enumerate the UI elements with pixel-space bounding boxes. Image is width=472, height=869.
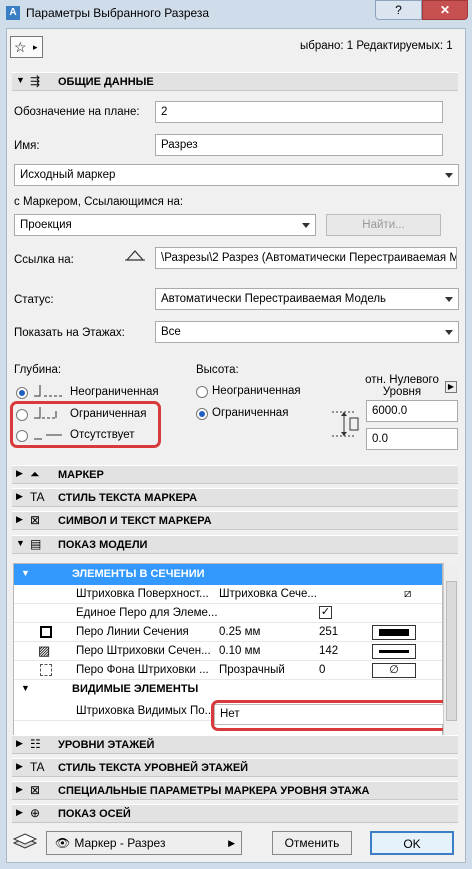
tree-scrollbar[interactable] — [443, 563, 458, 739]
height-limited-radio[interactable] — [196, 408, 208, 420]
expand-right-icon: ▶ — [16, 761, 23, 771]
symbol-text-icon: ⊠ — [30, 513, 41, 527]
highlight-box — [211, 700, 457, 731]
expand-down-icon: ▼ — [16, 75, 25, 85]
caret-right-icon: ▶ — [447, 382, 455, 391]
section-marker-symbol-text[interactable]: ▶ ⊠ СИМВОЛ И ТЕКСТ МАРКЕРА — [12, 511, 458, 530]
highlight-box — [10, 401, 161, 448]
general-settings-icon: ⇶ — [30, 74, 41, 88]
marker-section-icon: ⏶ — [30, 467, 40, 481]
height-reference-label: отн. Нулевого Уровня — [365, 374, 439, 398]
status-select[interactable]: Автоматически Перестраиваемая Модель — [155, 288, 459, 310]
name-label: Имя: — [14, 140, 40, 152]
cancel-button[interactable]: Отменить — [272, 831, 352, 855]
height-top-input[interactable]: 6000.0 — [366, 400, 458, 422]
show-on-stories-select[interactable]: Все — [155, 321, 459, 343]
tree-row-uniform-pen[interactable]: Единое Перо для Элеме... ✓ — [14, 604, 442, 623]
ok-button[interactable]: OK — [370, 831, 454, 855]
hatch-icon: ▨ — [38, 643, 51, 658]
ref-marker-select[interactable]: Проекция — [14, 214, 316, 236]
link-label: Ссылка на: — [14, 254, 74, 266]
expand-down-icon: ▼ — [16, 538, 25, 548]
fill-pattern-icon: ⧄ — [404, 588, 412, 600]
plan-id-label: Обозначение на плане: — [14, 106, 140, 118]
section-general[interactable]: ▼ ⇶ ОБЩИЕ ДАННЫЕ — [12, 72, 458, 91]
dropdown-arrow-icon — [445, 173, 453, 178]
grid-axis-icon: ⊕ — [30, 806, 41, 820]
tree-row-cut-fill[interactable]: Штриховка Поверхност... Штриховка Сече..… — [14, 585, 442, 604]
section-story-levels[interactable]: ▶ ☷ УРОВНИ ЭТАЖЕЙ — [12, 735, 458, 754]
selection-count: ыбрано: 1 Редактируемых: 1 — [300, 40, 453, 52]
section-marker-text-style[interactable]: ▶ TA СТИЛЬ ТЕКСТА МАРКЕРА — [12, 488, 458, 507]
caret-right-icon: ▸ — [33, 42, 38, 52]
tree-row-cut-fill-pen[interactable]: ▨ Перо Штриховки Сечен... 0.10 мм 142 — [14, 642, 442, 661]
layers-icon — [12, 833, 38, 849]
status-label: Статус: — [14, 294, 54, 306]
scrollbar-thumb[interactable] — [446, 581, 457, 721]
depth-unlimited-icon — [34, 385, 64, 397]
section-story-level-marker-params[interactable]: ▶ ⊠ СПЕЦИАЛЬНЫЕ ПАРАМЕТРЫ МАРКЕРА УРОВНЯ… — [12, 781, 458, 800]
height-unlimited-radio[interactable] — [196, 386, 208, 398]
model-display-icon: ▤ — [30, 537, 42, 551]
star-icon: ☆ — [14, 39, 27, 55]
expand-right-icon: ▶ — [16, 738, 23, 748]
plan-id-input[interactable]: 2 — [155, 101, 443, 123]
section-marker[interactable]: ▶ ⏶ МАРКЕР — [12, 465, 458, 484]
empty-pen-swatch[interactable]: ∅ — [372, 663, 416, 678]
height-bottom-input[interactable]: 0.0 — [366, 428, 458, 450]
caret-right-icon: ▶ — [228, 838, 235, 848]
dropdown-arrow-icon — [302, 223, 310, 228]
eye-icon: 👁 — [55, 836, 71, 850]
expand-down-icon: ▼ — [21, 568, 30, 578]
depth-unlimited-radio[interactable] — [16, 387, 28, 399]
cut-elements-header[interactable]: ▼ ЭЛЕМЕНТЫ В СЕЧЕНИИ — [14, 564, 442, 585]
expand-right-icon: ▶ — [16, 468, 23, 478]
name-input[interactable]: Разрез — [155, 134, 443, 156]
text-style-icon: TA — [30, 490, 45, 504]
expand-right-icon: ▶ — [16, 807, 23, 817]
marker-type-select[interactable]: Исходный маркер — [14, 164, 459, 186]
expand-down-icon: ▼ — [21, 683, 30, 693]
link-path-field[interactable]: \Разрезы\2 Разрез (Автоматически Перестр… — [155, 247, 457, 269]
height-limited-label: Ограниченная — [212, 407, 289, 419]
expand-right-icon: ▶ — [16, 514, 23, 524]
title-bar: A Параметры Выбранного Разреза ? ✕ — [0, 0, 472, 28]
tree-row-cut-line-pen[interactable]: Перо Линии Сечения 0.25 мм 251 — [14, 623, 442, 642]
dropdown-arrow-icon — [445, 297, 453, 302]
depth-label: Глубина: — [14, 364, 62, 376]
expand-right-icon: ▶ — [16, 491, 23, 501]
uniform-pen-checkbox[interactable]: ✓ — [319, 606, 332, 619]
pen-swatch[interactable] — [372, 644, 416, 659]
favorites-button[interactable]: ☆ ▸ — [10, 36, 43, 58]
fill-background-icon — [40, 664, 52, 676]
pen-swatch[interactable] — [372, 625, 416, 640]
show-on-stories-label: Показать на Этажах: — [14, 327, 125, 339]
layer-select[interactable]: 👁 Маркер - Разрез ▶ — [46, 831, 242, 855]
visible-elements-header[interactable]: ▼ ВИДИМЫЕ ЭЛЕМЕНТЫ — [14, 680, 442, 699]
symbol-text-icon: ⊠ — [30, 783, 41, 797]
cut-line-icon — [40, 626, 52, 638]
height-range-icon — [332, 411, 359, 437]
find-button[interactable]: Найти... — [326, 214, 441, 236]
expand-right-icon: ▶ — [16, 784, 23, 794]
section-grid-display[interactable]: ▶ ⊕ ПОКАЗ ОСЕЙ — [12, 804, 458, 823]
height-unlimited-label: Неограниченная — [212, 385, 301, 397]
tree-row-fill-background-pen[interactable]: Перо Фона Штриховки ... Прозрачный 0 ∅ — [14, 661, 442, 680]
close-button[interactable]: ✕ — [422, 0, 468, 20]
section-story-levels-text-style[interactable]: ▶ TA СТИЛЬ ТЕКСТА УРОВНЕЙ ЭТАЖЕЙ — [12, 758, 458, 777]
height-label: Высота: — [196, 364, 239, 376]
archicad-app-icon: A — [6, 6, 20, 20]
ref-marker-label: с Маркером, Ссылающимся на: — [14, 196, 184, 208]
help-button[interactable]: ? — [375, 0, 422, 20]
window-title: Параметры Выбранного Разреза — [26, 6, 210, 20]
depth-unlimited-label: Неограниченная — [70, 386, 159, 398]
text-style-icon: TA — [30, 760, 45, 774]
reference-popup-button[interactable]: ▶ — [445, 381, 457, 393]
story-levels-icon: ☷ — [30, 737, 41, 751]
section-model-display[interactable]: ▼ ▤ ПОКАЗ МОДЕЛИ — [12, 535, 458, 554]
dropdown-arrow-icon — [445, 330, 453, 335]
marker-icon — [125, 250, 145, 261]
